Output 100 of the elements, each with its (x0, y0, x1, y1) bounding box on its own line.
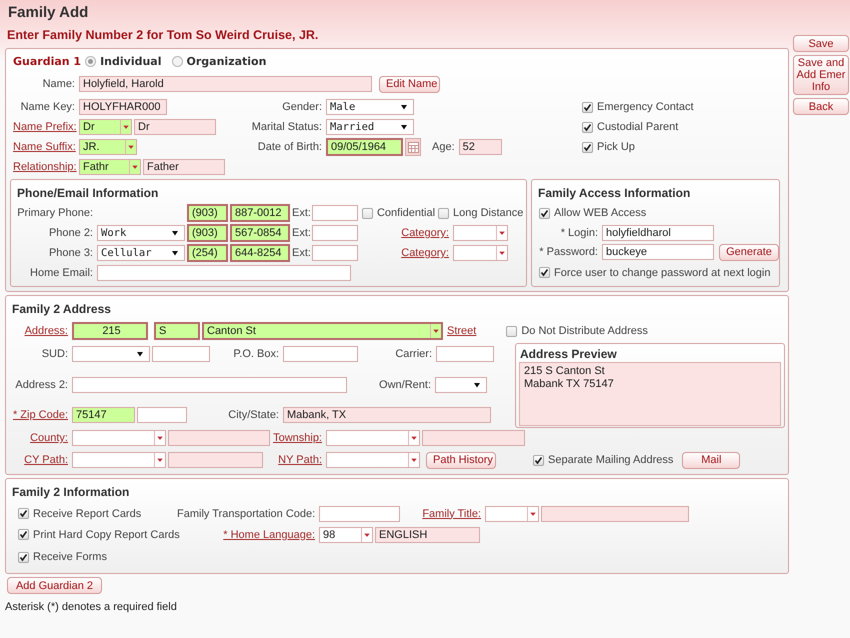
input-field[interactable] (541, 506, 689, 522)
dropdown-field[interactable]: 98 (319, 526, 373, 542)
action-button[interactable]: Save (793, 35, 849, 52)
input-field[interactable] (168, 430, 270, 446)
input-field[interactable]: 75147 (72, 407, 135, 423)
field-link[interactable]: * Zip Code: (12, 409, 68, 421)
field-link[interactable]: CY Path: (12, 454, 68, 466)
field-label: Date of Birth: (256, 141, 322, 153)
input-field[interactable]: 09/05/1964 (326, 138, 403, 156)
checkbox[interactable] (582, 142, 593, 152)
field-label: P.O. Box: (232, 348, 279, 360)
input-field[interactable] (137, 407, 187, 423)
input-field[interactable]: ENGLISH (375, 526, 480, 542)
input-field[interactable] (312, 225, 358, 241)
input-field[interactable] (312, 245, 358, 261)
action-button[interactable]: Save and Add Emer Info (793, 55, 849, 95)
dropdown-field[interactable] (72, 346, 150, 362)
input-field[interactable]: S (154, 322, 200, 340)
checkbox[interactable] (539, 208, 550, 218)
field-link[interactable]: Category: (360, 227, 449, 239)
field-label: Home Email: (29, 267, 93, 279)
field-link[interactable]: Name Prefix: (13, 121, 75, 133)
input-field[interactable] (319, 506, 400, 522)
dropdown-field[interactable] (485, 506, 539, 522)
field-link[interactable]: Relationship: (13, 161, 75, 173)
dropdown-field[interactable]: Fathr (79, 159, 141, 175)
checkbox[interactable] (438, 208, 450, 218)
checkbox[interactable] (18, 529, 29, 540)
input-field[interactable]: (903) (187, 224, 228, 242)
dropdown-field[interactable]: JR. (79, 139, 137, 155)
checkbox-label: Receive Report Cards (33, 508, 142, 520)
checkbox-label: Custodial Parent (597, 121, 678, 133)
field-label: Address 2: (14, 379, 68, 391)
section-title: Family 2 Address (12, 302, 111, 316)
input-field[interactable] (152, 346, 210, 362)
panel-title: Address Preview (519, 346, 617, 362)
checkbox[interactable] (539, 267, 550, 278)
input-field[interactable]: 567-0854 (230, 224, 290, 242)
field-link[interactable]: County: (12, 432, 68, 444)
dropdown-field[interactable]: Married (326, 119, 414, 135)
edit-name-button[interactable]: Edit Name (379, 76, 440, 92)
dropdown-field[interactable]: Cellular (97, 245, 185, 261)
field-label: Name: (42, 78, 75, 90)
path-history-button[interactable]: Path History (426, 452, 496, 468)
dropdown-field[interactable]: Work (97, 225, 185, 241)
dropdown-field[interactable] (72, 452, 166, 468)
input-field[interactable]: holyfieldharol (602, 224, 714, 240)
checkbox[interactable] (533, 454, 544, 466)
checkbox[interactable] (506, 326, 518, 336)
radio-button[interactable] (85, 56, 96, 66)
dropdown-field[interactable] (326, 430, 420, 446)
input-field[interactable]: Father (143, 159, 225, 175)
input-field[interactable] (422, 430, 525, 446)
input-field[interactable] (283, 346, 358, 362)
field-link[interactable]: Category: (360, 247, 449, 259)
input-field[interactable]: Mabank, TX (283, 407, 491, 423)
input-field[interactable]: Dr (134, 119, 216, 135)
field-link[interactable]: Name Suffix: (13, 141, 75, 153)
action-button[interactable]: Back (793, 98, 849, 115)
generate-button[interactable]: Generate (719, 244, 779, 260)
dropdown-field[interactable] (326, 452, 420, 468)
field-label: Primary Phone: (17, 207, 93, 219)
field-link[interactable]: Address: (12, 325, 68, 337)
dropdown-field[interactable]: Male (326, 99, 414, 115)
dropdown-field[interactable] (72, 430, 166, 446)
input-field[interactable] (436, 346, 494, 362)
street-link[interactable]: Street (447, 325, 476, 337)
input-field[interactable]: 52 (458, 139, 502, 155)
field-label: Phone 3: (48, 247, 93, 259)
input-field[interactable]: (903) (187, 204, 228, 222)
dropdown-field[interactable] (452, 225, 508, 241)
input-field[interactable]: 644-8254 (230, 244, 290, 262)
field-link[interactable]: Township: (272, 432, 322, 444)
input-field[interactable]: buckeye (602, 244, 714, 260)
input-field[interactable]: HOLYFHAR000 (79, 99, 167, 115)
checkbox[interactable] (582, 122, 593, 132)
input-field[interactable] (97, 265, 351, 281)
field-label: * Login: (560, 226, 598, 238)
dropdown-field[interactable]: Canton St (202, 322, 443, 340)
input-field[interactable]: (254) (187, 244, 228, 262)
dropdown-field[interactable] (452, 245, 508, 261)
input-field[interactable]: 215 (72, 322, 148, 340)
checkbox[interactable] (18, 508, 29, 519)
input-field[interactable] (168, 452, 263, 468)
checkbox[interactable] (18, 552, 29, 562)
mail-button[interactable]: Mail (682, 452, 740, 468)
radio-button[interactable] (172, 56, 183, 66)
dropdown-field[interactable] (435, 377, 487, 393)
radio-label: Organization (186, 54, 266, 68)
footnote: Asterisk (*) denotes a required field (5, 601, 177, 613)
input-field[interactable]: Holyfield, Harold (79, 76, 372, 92)
field-link[interactable]: Family Title: (402, 508, 481, 520)
checkbox[interactable] (362, 208, 373, 218)
dropdown-field[interactable]: Dr (79, 119, 132, 135)
add-guardian-button[interactable]: Add Guardian 2 (7, 577, 102, 594)
checkbox[interactable] (582, 102, 593, 112)
input-field[interactable]: 887-0012 (230, 204, 290, 222)
input-field[interactable] (72, 377, 347, 393)
input-field[interactable] (312, 205, 358, 221)
field-link[interactable]: NY Path: (265, 454, 322, 466)
